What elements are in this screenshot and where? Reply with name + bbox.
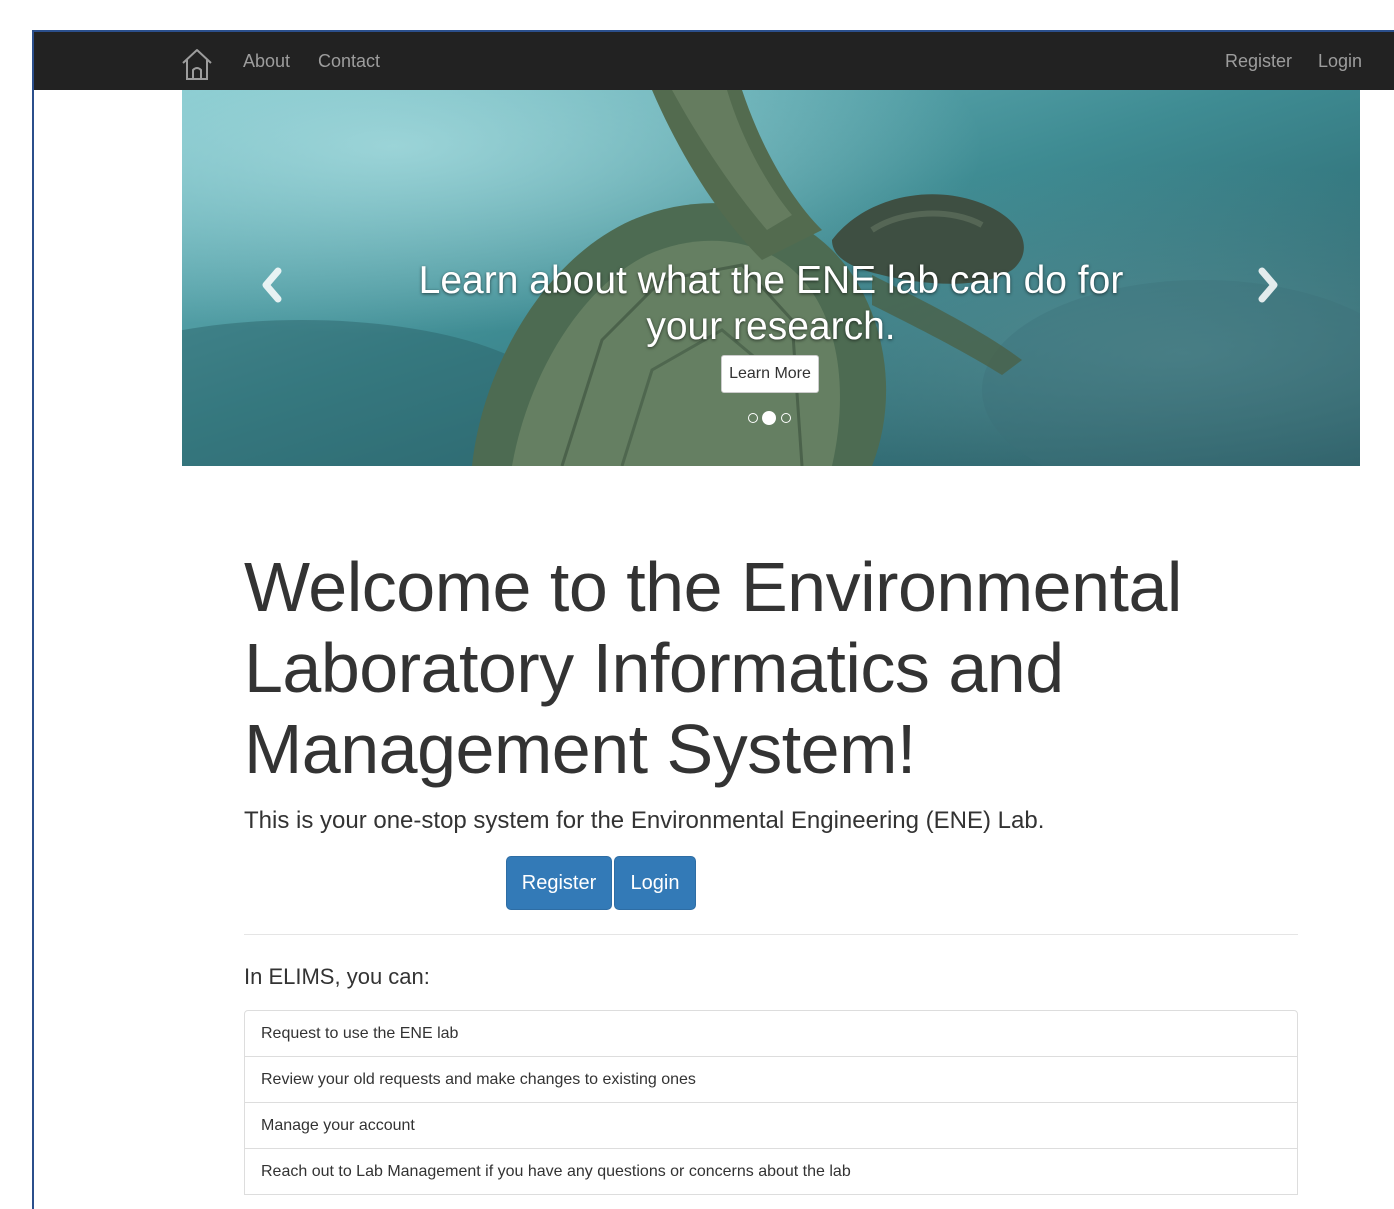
carousel-indicators [748, 410, 798, 426]
list-item: Request to use the ENE lab [244, 1010, 1298, 1057]
register-button[interactable]: Register [506, 856, 612, 910]
carousel-indicator-3[interactable] [781, 413, 791, 423]
page-title: Welcome to the Environmental Laboratory … [244, 548, 1182, 788]
hero-carousel: Learn about what the ENE lab can do for … [182, 90, 1360, 466]
features-list: Request to use the ENE lab Review your o… [244, 1010, 1298, 1195]
carousel-caption: Learn about what the ENE lab can do for … [418, 259, 1124, 348]
carousel-prev-icon[interactable] [258, 265, 288, 305]
lead-text: This is your one-stop system for the Env… [244, 807, 1045, 834]
navbar: About Contact Register Login [34, 32, 1394, 90]
nav-register-link[interactable]: Register [1225, 50, 1292, 72]
divider [244, 934, 1298, 935]
learn-more-button[interactable]: Learn More [721, 355, 819, 393]
browser-frame: About Contact Register Login Learn about… [32, 30, 1394, 1209]
login-button[interactable]: Login [614, 856, 696, 910]
list-item: Manage your account [244, 1102, 1298, 1149]
nav-about-link[interactable]: About [243, 50, 290, 72]
nav-contact-link[interactable]: Contact [318, 50, 380, 72]
carousel-indicator-2[interactable] [762, 411, 776, 425]
list-item: Reach out to Lab Management if you have … [244, 1148, 1298, 1195]
list-item: Review your old requests and make change… [244, 1056, 1298, 1103]
carousel-indicator-1[interactable] [748, 413, 758, 423]
home-icon[interactable] [180, 46, 214, 82]
features-heading: In ELIMS, you can: [244, 964, 430, 989]
nav-login-link[interactable]: Login [1318, 50, 1362, 72]
carousel-next-icon[interactable] [1252, 265, 1282, 305]
